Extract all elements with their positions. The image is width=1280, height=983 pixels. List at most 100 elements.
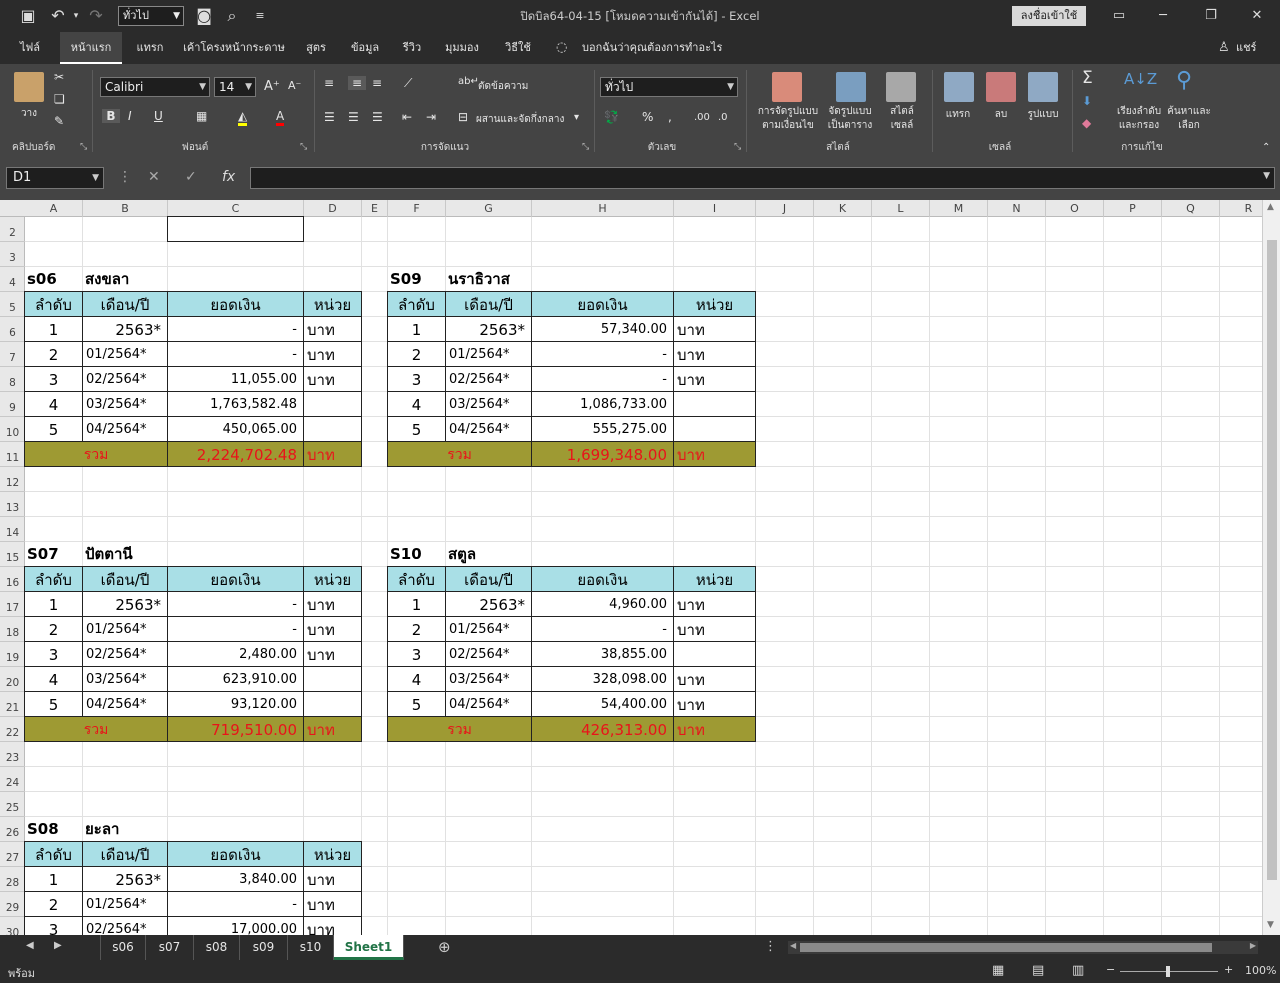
tab-insert[interactable]: แทรก [128, 32, 172, 64]
column-header-d[interactable]: D [304, 200, 362, 217]
decrease-font-icon[interactable]: A⁻ [288, 79, 301, 92]
decrease-decimal-icon[interactable]: .0 [718, 112, 728, 123]
number-format-combo[interactable]: ทั่วไป ▼ [600, 77, 738, 97]
bold-icon[interactable]: B [102, 109, 120, 123]
wrap-text-button[interactable]: ตัดข้อความ [478, 79, 528, 94]
header-no[interactable]: ลำดับ [24, 291, 83, 317]
row-unit[interactable] [303, 391, 362, 417]
sheet-tab-s06[interactable]: s06 [100, 935, 146, 960]
total-amount[interactable]: 1,699,348.00 [531, 441, 674, 467]
minimize-icon[interactable]: ─ [1152, 6, 1174, 26]
row-header-21[interactable]: 21 [0, 692, 25, 717]
increase-decimal-icon[interactable]: .00 [694, 112, 710, 123]
row-no[interactable]: 4 [387, 391, 446, 417]
print-preview-icon[interactable]: ⌕ [222, 6, 242, 26]
row-month[interactable]: 02/2564* [82, 916, 168, 935]
increase-font-icon[interactable]: A⁺ [264, 79, 280, 94]
row-header-23[interactable]: 23 [0, 742, 25, 767]
conditional-formatting-icon[interactable] [772, 72, 802, 102]
share-button[interactable]: แชร์ [1236, 32, 1256, 64]
camera-icon[interactable]: ◙ [194, 6, 214, 26]
accounting-format-icon[interactable]: 💱 [604, 110, 619, 124]
row-amount[interactable]: 54,400.00 [531, 691, 674, 717]
row-header-29[interactable]: 29 [0, 892, 25, 917]
tab-help[interactable]: วิธีใช้ [496, 32, 540, 64]
row-amount[interactable]: 1,763,582.48 [167, 391, 304, 417]
row-unit[interactable]: บาท [303, 616, 362, 642]
scroll-left-icon[interactable]: ◀ [790, 941, 796, 950]
table-name-s06[interactable]: สงขลา [82, 266, 304, 292]
autosum-icon[interactable]: Σ [1082, 68, 1093, 88]
row-header-20[interactable]: 20 [0, 667, 25, 692]
align-middle-icon[interactable]: ≡ [348, 76, 366, 90]
row-month[interactable]: 02/2564* [445, 366, 532, 392]
row-no[interactable]: 3 [24, 916, 83, 935]
dialog-launcher-icon[interactable]: ⤡ [300, 142, 307, 152]
table-name-s07[interactable]: ปัตตานี [82, 541, 304, 567]
row-no[interactable]: 2 [387, 616, 446, 642]
row-month[interactable]: 02/2564* [82, 641, 168, 667]
row-header-5[interactable]: 5 [0, 292, 25, 317]
table-code-s07[interactable]: S07 [24, 541, 83, 567]
header-unit[interactable]: หน่วย [303, 841, 362, 867]
header-no[interactable]: ลำดับ [387, 291, 446, 317]
row-no[interactable]: 5 [387, 416, 446, 442]
sheet-tab-s09[interactable]: s09 [240, 935, 288, 960]
sort-filter-icon[interactable]: A↓Z [1124, 70, 1157, 88]
row-month[interactable]: 01/2564* [82, 891, 168, 917]
scroll-right-icon[interactable]: ▶ [1250, 941, 1256, 950]
row-amount[interactable]: 4,960.00 [531, 591, 674, 617]
row-header-18[interactable]: 18 [0, 617, 25, 642]
collapse-ribbon-icon[interactable]: ⌃ [1262, 142, 1270, 153]
row-no[interactable]: 1 [387, 316, 446, 342]
table-name-s09[interactable]: นราธิวาส [445, 266, 674, 292]
row-header-26[interactable]: 26 [0, 817, 25, 842]
row-unit[interactable]: บาท [673, 691, 756, 717]
name-box[interactable]: D1 ▼ [6, 167, 104, 189]
row-unit[interactable]: บาท [673, 591, 756, 617]
vertical-scrollbar[interactable]: ▲ ▼ [1262, 200, 1280, 935]
row-unit[interactable]: บาท [673, 666, 756, 692]
row-unit[interactable]: บาท [673, 341, 756, 367]
header-amount[interactable]: ยอดเงิน [167, 841, 304, 867]
row-unit[interactable] [303, 666, 362, 692]
row-header-16[interactable]: 16 [0, 567, 25, 592]
dialog-launcher-icon[interactable]: ⤡ [582, 142, 589, 152]
row-amount[interactable]: 450,065.00 [167, 416, 304, 442]
header-amount[interactable]: ยอดเงิน [167, 291, 304, 317]
header-month[interactable]: เดือน/ปี [445, 566, 532, 592]
formula-input[interactable]: ▼ [250, 167, 1275, 189]
percent-style-icon[interactable]: % [642, 110, 653, 124]
paste-button[interactable]: วาง [10, 106, 48, 121]
table-code-s06[interactable]: s06 [24, 266, 83, 292]
row-unit[interactable]: บาท [303, 891, 362, 917]
tab-review[interactable]: รีวิว [396, 32, 428, 64]
enter-check-icon[interactable]: ✓ [185, 169, 197, 185]
row-amount[interactable]: 17,000.00 [167, 916, 304, 935]
total-label[interactable]: รวม [387, 716, 532, 742]
header-unit[interactable]: หน่วย [303, 566, 362, 592]
tab-view[interactable]: มุมมอง [436, 32, 488, 64]
row-month[interactable]: 2563* [82, 591, 168, 617]
merge-center-button[interactable]: ผสานและจัดกึ่งกลาง [476, 112, 564, 127]
undo-dropdown-icon[interactable]: ▾ [66, 6, 86, 26]
underline-icon[interactable]: U [154, 109, 163, 123]
row-amount[interactable]: - [531, 616, 674, 642]
header-amount[interactable]: ยอดเงิน [167, 566, 304, 592]
align-top-icon[interactable]: ≡ [324, 76, 334, 90]
row-no[interactable]: 2 [24, 616, 83, 642]
row-header-3[interactable]: 3 [0, 242, 25, 267]
sheet-tab-s07[interactable]: s07 [146, 935, 194, 960]
tab-home[interactable]: หน้าแรก [60, 32, 122, 64]
zoom-level[interactable]: 100% [1245, 964, 1276, 977]
total-label[interactable]: รวม [387, 441, 532, 467]
header-month[interactable]: เดือน/ปี [82, 291, 168, 317]
sheet-tab-sheet1[interactable]: Sheet1 [334, 935, 404, 960]
scroll-up-icon[interactable]: ▲ [1267, 202, 1274, 212]
total-unit[interactable]: บาท [673, 716, 756, 742]
row-amount[interactable]: 38,855.00 [531, 641, 674, 667]
row-header-22[interactable]: 22 [0, 717, 25, 742]
row-amount[interactable]: 1,086,733.00 [531, 391, 674, 417]
row-month[interactable]: 03/2564* [82, 666, 168, 692]
row-month[interactable]: 02/2564* [82, 366, 168, 392]
